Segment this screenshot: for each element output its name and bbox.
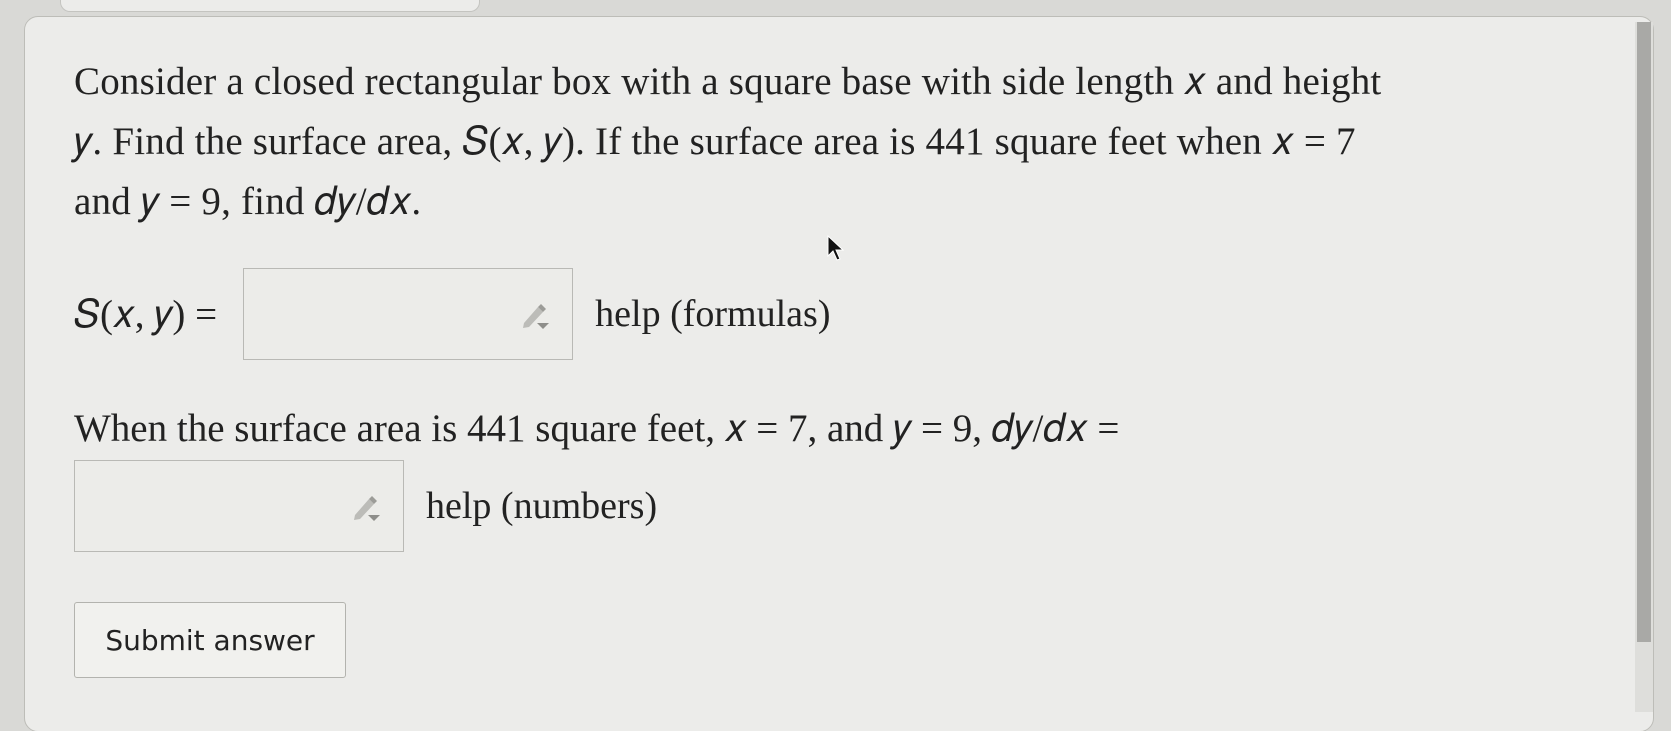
answer-row-1: 𝑆(𝑥, 𝑦) = help (formulas) [74,268,830,360]
dydx-prompt: When the surface area is 441 square feet… [74,407,1120,450]
cursor-icon [827,234,845,261]
surface-area-answer-box[interactable] [243,268,574,360]
surface-area-label: 𝑆(𝑥, 𝑦) = [74,292,218,336]
dydx-answer-box[interactable] [74,460,404,552]
scrollbar-thumb[interactable] [1637,22,1651,642]
help-formulas-link[interactable]: help (formulas) [595,292,830,336]
pencil-icon[interactable] [520,301,550,331]
problem-line-3: and 𝑦 = 9, find 𝑑𝑦/𝑑𝑥. [74,180,422,223]
problem-statement: Consider a closed rectangular box with a… [74,52,1514,232]
problem-line-2: 𝑦. Find the surface area, 𝑆(𝑥, 𝑦). If th… [74,120,1356,163]
scrollbar[interactable] [1635,22,1653,712]
answer-row-2: help (numbers) [74,460,657,552]
problem-line-1: Consider a closed rectangular box with a… [74,60,1382,103]
previous-panel-edge [60,0,480,12]
help-numbers-link[interactable]: help (numbers) [426,484,657,528]
pencil-icon[interactable] [351,493,381,523]
submit-answer-button[interactable]: Submit answer [74,602,346,678]
